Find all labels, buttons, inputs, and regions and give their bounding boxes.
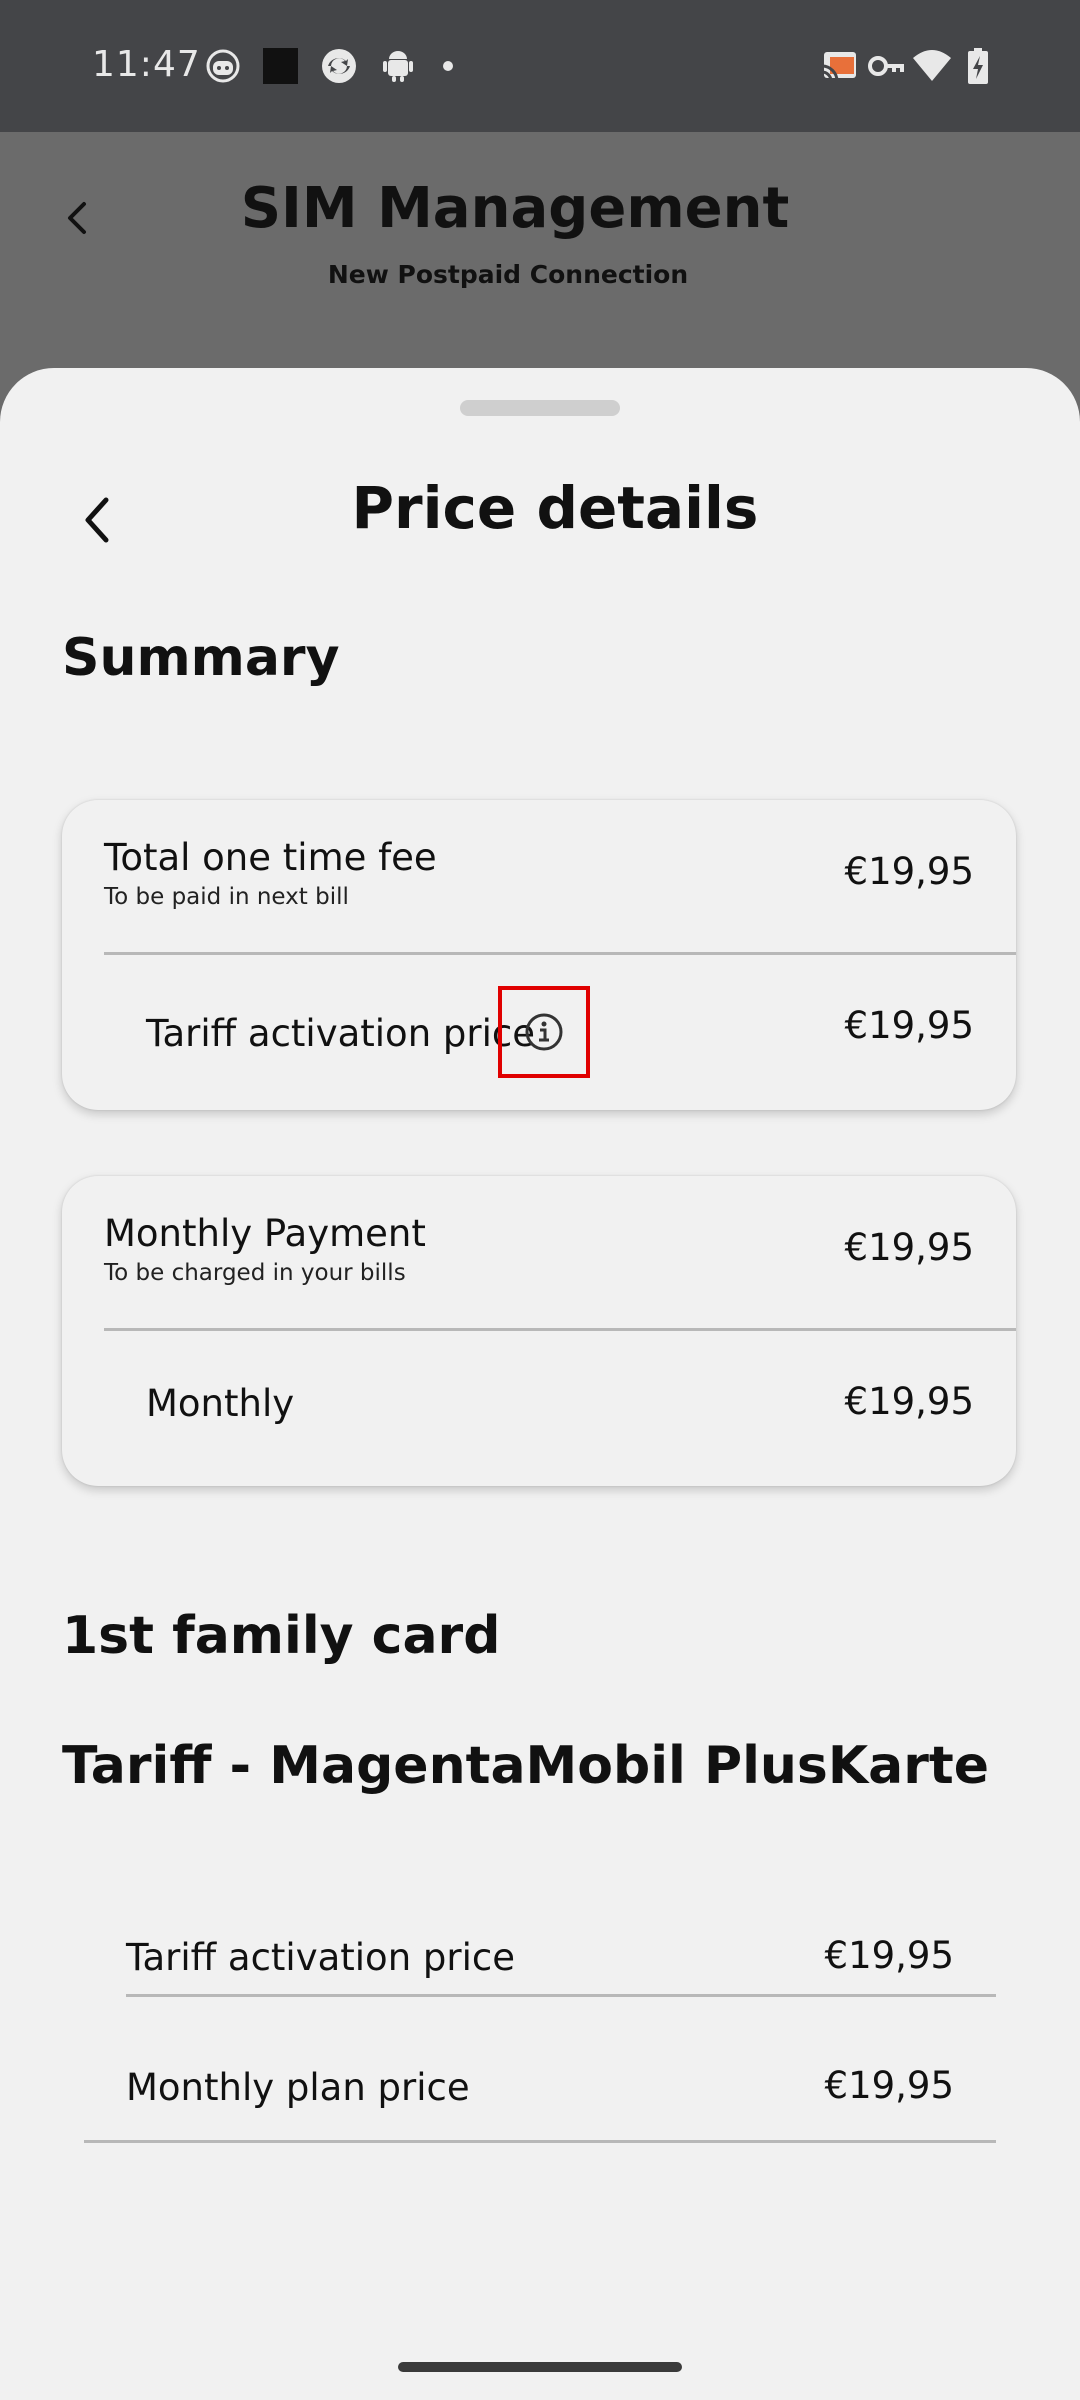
sync-icon <box>322 49 356 83</box>
home-indicator[interactable] <box>398 2362 682 2372</box>
monthly-price: €19,95 <box>844 1380 974 1423</box>
tariff-activation-label: Tariff activation price <box>146 1012 535 1055</box>
status-bar: 11:47 <box>0 0 1080 132</box>
sheet-drag-handle[interactable] <box>460 400 620 416</box>
monthly-payment-card: Monthly Payment To be charged in your bi… <box>62 1176 1016 1486</box>
monthly-payment-total: €19,95 <box>844 1226 974 1269</box>
page-title: Price details <box>351 474 759 542</box>
monthly-payment-subtitle: To be charged in your bills <box>104 1260 406 1286</box>
summary-heading: Summary <box>62 628 340 688</box>
monthly-plan-row-price: €19,95 <box>824 2064 954 2107</box>
one-time-fee-title: Total one time fee <box>104 836 437 879</box>
monthly-label: Monthly <box>146 1382 295 1425</box>
one-time-fee-total: €19,95 <box>844 850 974 893</box>
info-icon <box>525 1013 563 1051</box>
one-time-fee-subtitle: To be paid in next bill <box>104 884 349 910</box>
vpn-key-icon <box>868 56 904 76</box>
dot-icon <box>443 61 453 71</box>
family-card-heading: 1st family card <box>62 1606 501 1666</box>
square-notification-icon <box>263 48 298 84</box>
tariff-row-price: €19,95 <box>824 1934 954 1977</box>
backdrop-title: SIM Management <box>240 176 790 241</box>
monthly-payment-title: Monthly Payment <box>104 1212 426 1255</box>
wifi-icon <box>913 50 951 81</box>
face-notification-icon <box>206 49 240 83</box>
tariff-row-label: Tariff activation price <box>126 1936 515 1979</box>
monthly-plan-row-label: Monthly plan price <box>126 2066 470 2109</box>
card-divider <box>104 952 1016 955</box>
tariff-activation-info-button[interactable] <box>498 986 590 1078</box>
price-details-sheet: Price details Summary Total one time fee… <box>0 368 1080 2400</box>
card-divider <box>104 1328 1016 1331</box>
list-divider <box>84 2140 996 2143</box>
cast-icon <box>821 52 856 82</box>
android-icon <box>383 51 413 82</box>
tariff-heading: Tariff - MagentaMobil PlusKarte <box>62 1736 990 1796</box>
backdrop-subtitle: New Postpaid Connection <box>327 260 689 289</box>
battery-charging-icon <box>968 48 988 84</box>
tariff-activation-price: €19,95 <box>844 1004 974 1047</box>
status-time: 11:47 <box>92 44 201 85</box>
one-time-fee-card: Total one time fee To be paid in next bi… <box>62 800 1016 1110</box>
list-divider <box>126 1994 996 1997</box>
backdrop-app-header: SIM Management New Postpaid Connection <box>0 132 1080 372</box>
